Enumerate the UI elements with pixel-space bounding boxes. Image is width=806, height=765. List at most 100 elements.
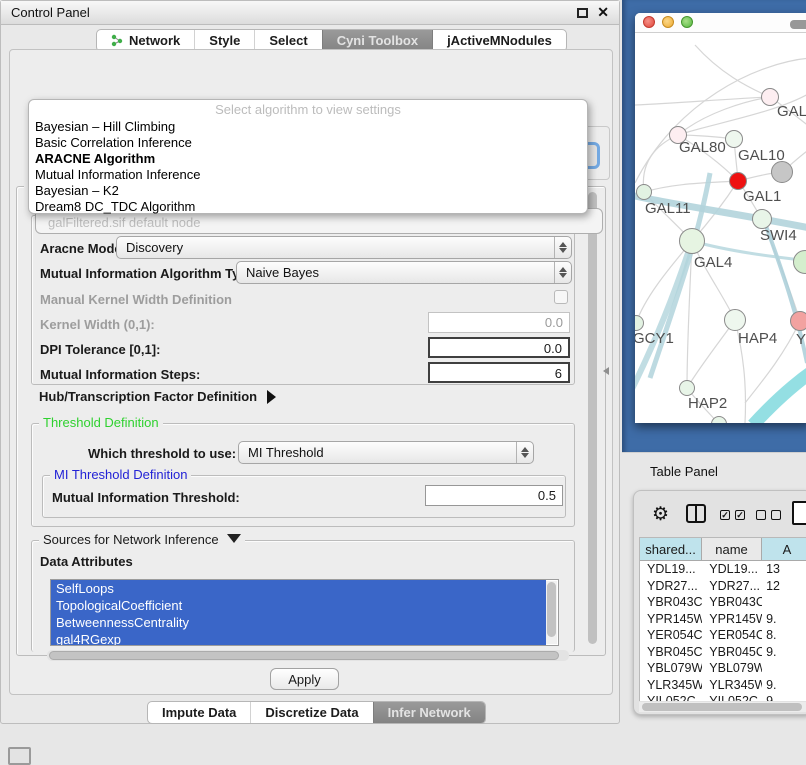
close-traffic-light-icon[interactable] bbox=[643, 16, 655, 28]
close-icon[interactable]: ✕ bbox=[597, 4, 609, 21]
table-cell[interactable]: YER054C bbox=[640, 627, 702, 644]
table-cell[interactable]: YBR043C bbox=[702, 594, 762, 611]
table-hscrollbar-thumb[interactable] bbox=[642, 703, 802, 711]
algorithm-option[interactable]: Basic Correlation Inference bbox=[29, 135, 587, 151]
network-node[interactable] bbox=[679, 380, 695, 396]
mi-threshold-label: Mutual Information Threshold: bbox=[52, 490, 240, 505]
table-row[interactable]: YBR045CYBR045C9. bbox=[640, 644, 806, 661]
column-header[interactable]: shared... bbox=[640, 538, 702, 560]
unchecked-checkboxes-icon[interactable] bbox=[756, 510, 766, 520]
float-window-icon[interactable] bbox=[577, 8, 588, 18]
table-toolbar: ⚙ ✓ ✓ bbox=[634, 491, 806, 535]
mi-steps-field[interactable]: 6 bbox=[428, 362, 570, 383]
table-row[interactable]: YIL052CYIL052C9. bbox=[640, 693, 806, 701]
tab-jactivemnodules[interactable]: jActiveMNodules bbox=[432, 30, 566, 51]
which-threshold-combo[interactable]: MI Threshold bbox=[238, 441, 534, 464]
table-cell[interactable]: 9. bbox=[762, 693, 806, 701]
algorithm-option[interactable]: Bayesian – K2 bbox=[29, 183, 587, 199]
table-cell[interactable]: 13 bbox=[762, 561, 806, 578]
network-node[interactable] bbox=[724, 309, 746, 331]
table-cell[interactable]: YDL19... bbox=[640, 561, 702, 578]
tab-impute-data[interactable]: Impute Data bbox=[148, 702, 250, 723]
hub-definition-toggle[interactable]: Hub/Transcription Factor Definition bbox=[39, 389, 276, 404]
column-header[interactable]: name bbox=[702, 538, 762, 560]
table-row[interactable]: YDR27...YDR27...12 bbox=[640, 578, 806, 595]
algorithm-option[interactable]: Mutual Information Inference bbox=[29, 167, 587, 183]
table-row[interactable]: YLR345WYLR345W9. bbox=[640, 677, 806, 694]
table-cell[interactable]: YIL052C bbox=[640, 693, 702, 701]
sources-group-title[interactable]: Sources for Network Inference bbox=[39, 532, 245, 547]
algorithm-option[interactable]: Bayesian – Hill Climbing bbox=[29, 119, 587, 135]
table-cell[interactable] bbox=[762, 660, 806, 677]
settings-scrollbar-thumb[interactable] bbox=[588, 192, 597, 644]
table-row[interactable]: YBL079WYBL079W bbox=[640, 660, 806, 677]
table-cell[interactable]: YPR145W bbox=[702, 611, 762, 628]
columns-icon[interactable] bbox=[686, 504, 706, 523]
mi-algorithm-type-label: Mutual Information Algorithm Type: bbox=[40, 266, 259, 281]
attribute-list-item[interactable]: gal4RGexp bbox=[51, 631, 546, 646]
kernel-width-field[interactable]: 0.0 bbox=[428, 312, 570, 333]
zoom-traffic-light-icon[interactable] bbox=[681, 16, 693, 28]
document-icon[interactable] bbox=[792, 501, 806, 525]
checked-checkboxes-icon[interactable]: ✓ bbox=[735, 510, 745, 520]
tab-style[interactable]: Style bbox=[194, 30, 254, 51]
table-cell[interactable]: YBR045C bbox=[702, 644, 762, 661]
table-cell[interactable]: YBR043C bbox=[640, 594, 702, 611]
network-canvas[interactable]: GAL8GAL80GAL10GAL1GAL11SWI4GAL4GCY1HAP4Y… bbox=[635, 33, 806, 423]
table-cell[interactable]: YLR345W bbox=[702, 677, 762, 694]
unchecked-checkboxes-icon[interactable] bbox=[771, 510, 781, 520]
table-row[interactable]: YBR043CYBR043C bbox=[640, 594, 806, 611]
table-cell[interactable] bbox=[762, 594, 806, 611]
aracne-mode-label: Aracne Mode: bbox=[40, 241, 126, 256]
table-cell[interactable]: 9. bbox=[762, 677, 806, 694]
network-node[interactable] bbox=[679, 228, 705, 254]
network-node[interactable] bbox=[790, 311, 806, 331]
bottom-float-panel-icon[interactable] bbox=[8, 747, 31, 765]
minimize-traffic-light-icon[interactable] bbox=[662, 16, 674, 28]
table-cell[interactable]: YDL19... bbox=[702, 561, 762, 578]
attribute-list-item[interactable]: TopologicalCoefficient bbox=[51, 597, 546, 614]
table-row[interactable]: YPR145WYPR145W9. bbox=[640, 611, 806, 628]
table-cell[interactable]: 9. bbox=[762, 644, 806, 661]
attributes-hscrollbar-thumb[interactable] bbox=[49, 651, 559, 660]
network-node[interactable] bbox=[771, 161, 793, 183]
tab-cyni-toolbox[interactable]: Cyni Toolbox bbox=[322, 30, 432, 51]
manual-kernel-width-checkbox[interactable] bbox=[554, 290, 568, 304]
checked-checkboxes-icon[interactable]: ✓ bbox=[720, 510, 730, 520]
mi-threshold-field[interactable]: 0.5 bbox=[425, 485, 563, 506]
dpi-tolerance-field[interactable]: 0.0 bbox=[428, 337, 570, 358]
apply-button[interactable]: Apply bbox=[270, 668, 339, 690]
network-node-label: Y bbox=[796, 331, 806, 348]
table-cell[interactable]: 9. bbox=[762, 611, 806, 628]
splitpane-collapse-icon[interactable] bbox=[603, 367, 609, 375]
aracne-mode-combo[interactable]: Discovery bbox=[116, 236, 572, 259]
table-cell[interactable]: YLR345W bbox=[640, 677, 702, 694]
column-header[interactable]: A bbox=[762, 538, 806, 560]
attribute-list-item[interactable]: BetweennessCentrality bbox=[51, 614, 546, 631]
table-cell[interactable]: YIL052C bbox=[702, 693, 762, 701]
table-cell[interactable]: YDR27... bbox=[640, 578, 702, 595]
mi-algorithm-type-combo[interactable]: Naive Bayes bbox=[236, 261, 572, 284]
gear-icon[interactable]: ⚙ bbox=[652, 503, 669, 526]
table-cell[interactable]: 12 bbox=[762, 578, 806, 595]
tab-select[interactable]: Select bbox=[254, 30, 321, 51]
algorithm-option[interactable]: Dream8 DC_TDC Algorithm bbox=[29, 199, 587, 215]
table-cell[interactable]: YPR145W bbox=[640, 611, 702, 628]
table-cell[interactable]: 8. bbox=[762, 627, 806, 644]
table-cell[interactable]: YBL079W bbox=[640, 660, 702, 677]
table-cell[interactable]: YER054C bbox=[702, 627, 762, 644]
tab-discretize-data[interactable]: Discretize Data bbox=[250, 702, 372, 723]
attributes-scrollbar-thumb[interactable] bbox=[547, 582, 556, 637]
algorithm-option[interactable]: ARACNE Algorithm bbox=[29, 151, 587, 167]
attribute-list-item[interactable]: SelfLoops bbox=[51, 580, 546, 597]
tab-network[interactable]: Network bbox=[97, 30, 194, 51]
network-node[interactable] bbox=[636, 184, 652, 200]
table-row[interactable]: YER054CYER054C8. bbox=[640, 627, 806, 644]
table-cell[interactable]: YBR045C bbox=[640, 644, 702, 661]
tab-infer-network[interactable]: Infer Network bbox=[373, 702, 485, 723]
network-node[interactable] bbox=[725, 130, 743, 148]
table-row[interactable]: YDL19...YDL19...13 bbox=[640, 561, 806, 578]
table-cell[interactable]: YBL079W bbox=[702, 660, 762, 677]
network-node[interactable] bbox=[752, 209, 772, 229]
table-cell[interactable]: YDR27... bbox=[702, 578, 762, 595]
